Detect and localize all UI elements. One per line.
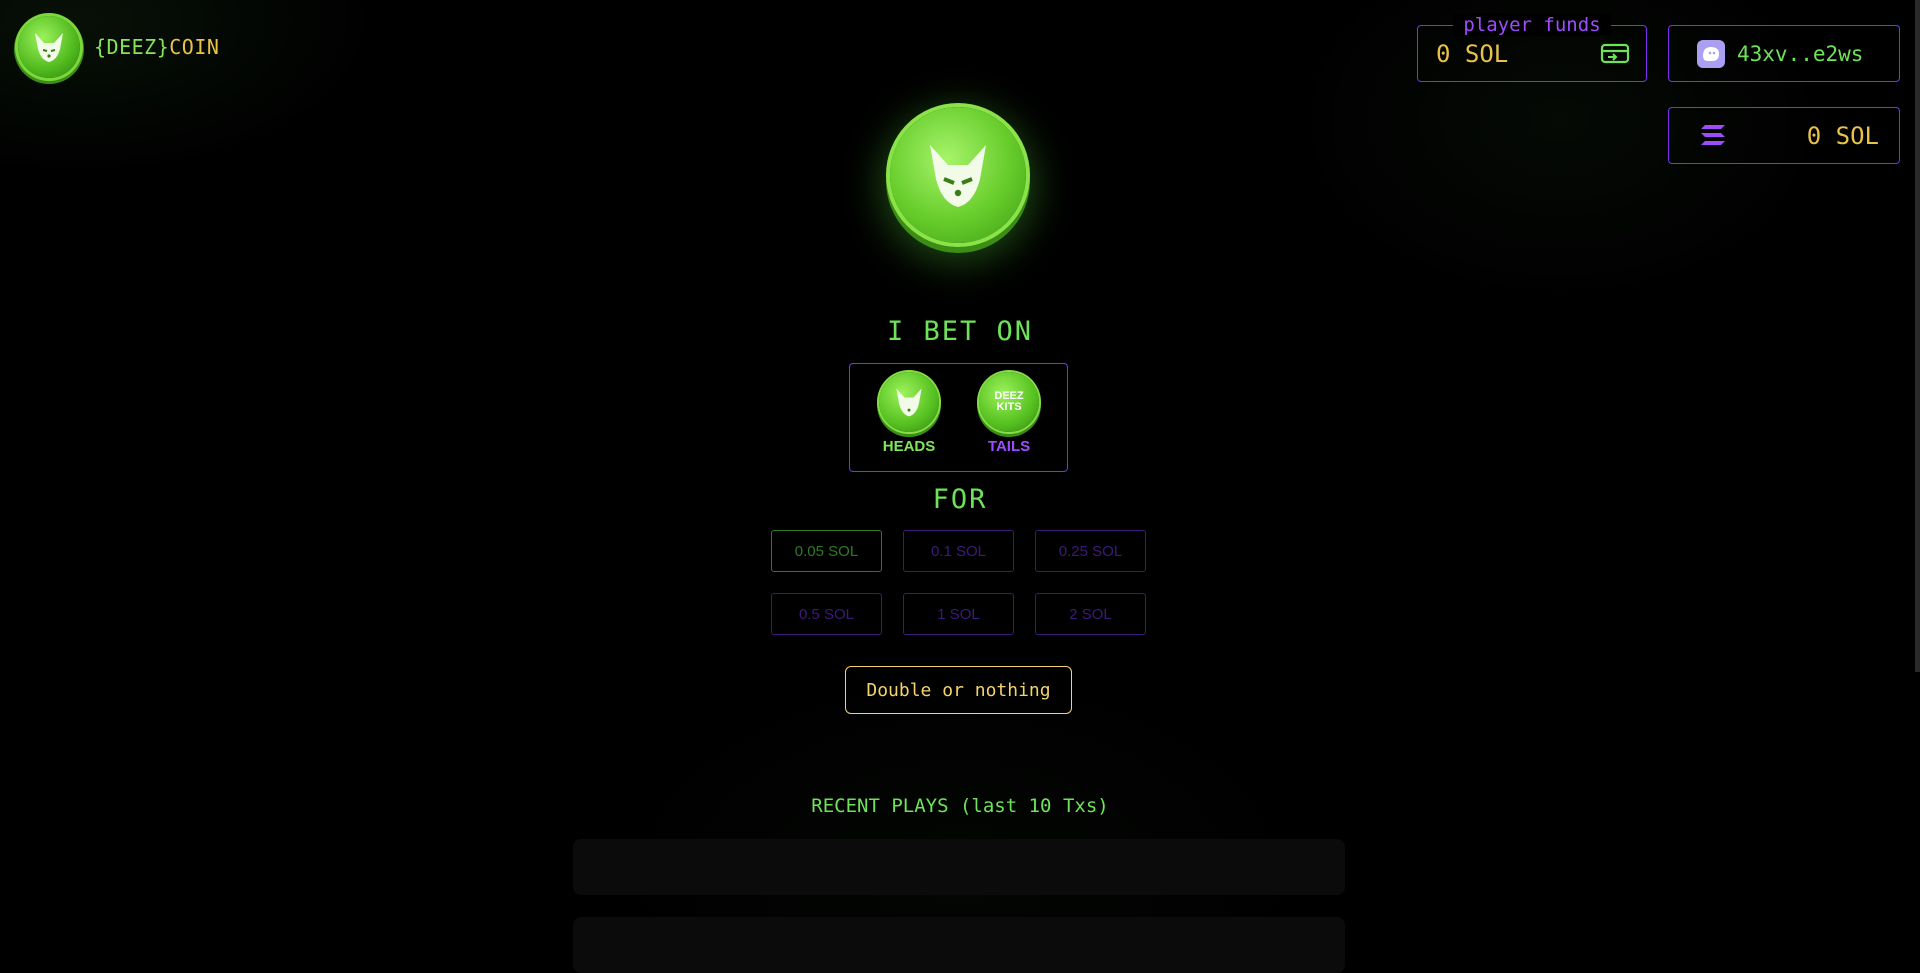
card-transfer-icon[interactable]: [1600, 42, 1630, 70]
solana-icon: [1699, 123, 1727, 151]
amount-option-0-05[interactable]: 0.05 SOL: [771, 530, 882, 572]
wallet-address: 43xv..e2ws: [1737, 41, 1864, 66]
amount-option-1[interactable]: 1 SOL: [903, 593, 1014, 635]
amount-option-0-1[interactable]: 0.1 SOL: [903, 530, 1014, 572]
heads-label: HEADS: [882, 438, 936, 455]
side-selector: HEADS DEEZ KITS TAILS: [849, 363, 1068, 472]
bet-heading: I BET ON: [886, 316, 1034, 347]
sol-balance-value: 0 SOL: [1806, 122, 1879, 150]
brand-name-part2: COIN: [169, 35, 220, 59]
for-heading: FOR: [932, 484, 988, 515]
brand-logo[interactable]: {DEEZ}COIN: [18, 16, 219, 78]
recent-play-row: [573, 839, 1345, 895]
phantom-wallet-icon: [1697, 39, 1725, 68]
amount-option-2[interactable]: 2 SOL: [1035, 593, 1146, 635]
fox-coin-icon: [890, 107, 1026, 243]
amount-option-0-25[interactable]: 0.25 SOL: [1035, 530, 1146, 572]
double-or-nothing-button[interactable]: Double or nothing: [845, 666, 1072, 714]
fox-logo-icon: [18, 16, 80, 78]
wallet-button[interactable]: 43xv..e2ws: [1668, 25, 1900, 82]
heads-option[interactable]: HEADS: [869, 372, 949, 455]
tails-option[interactable]: DEEZ KITS TAILS: [969, 372, 1049, 455]
brand-name-part1: {DEEZ}: [94, 35, 170, 59]
player-funds-value: 0 SOL: [1436, 40, 1509, 68]
player-funds-panel: player funds 0 SOL: [1417, 14, 1647, 82]
amount-option-0-5[interactable]: 0.5 SOL: [771, 593, 882, 635]
recent-play-row: [573, 917, 1345, 973]
tails-mark-bottom: KITS: [996, 401, 1022, 413]
brand-name: {DEEZ}COIN: [94, 35, 219, 59]
tails-coin-icon: DEEZ KITS: [979, 372, 1039, 432]
tails-label: TAILS: [987, 438, 1031, 455]
recent-plays-title: RECENT PLAYS (last 10 Txs): [811, 795, 1109, 817]
heads-coin-icon: [879, 372, 939, 432]
player-funds-label: player funds: [1453, 14, 1611, 36]
main-coin: [890, 107, 1026, 247]
player-funds-legend: player funds: [1418, 14, 1646, 36]
sol-balance-panel: 0 SOL: [1668, 107, 1900, 164]
